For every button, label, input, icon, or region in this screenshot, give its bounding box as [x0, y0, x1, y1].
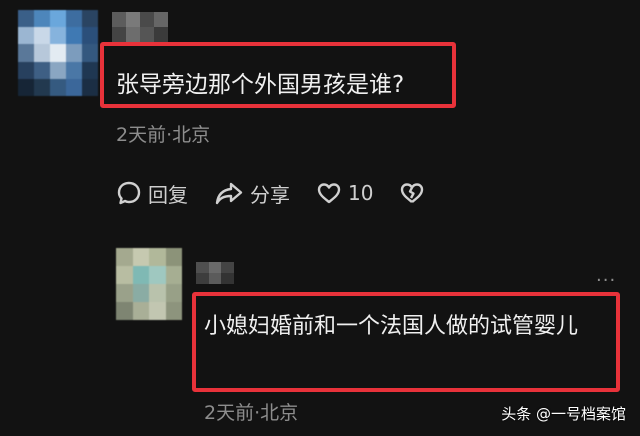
avatar[interactable]: [18, 10, 98, 96]
reply-button[interactable]: 回复: [116, 179, 188, 208]
username-blurred[interactable]: [196, 262, 234, 284]
reply-label: 回复: [148, 182, 188, 207]
avatar[interactable]: [116, 248, 182, 320]
reply-text: 小媳妇婚前和一个法国人做的试管婴儿: [204, 314, 579, 339]
comment-actions: 回复 分享 10: [116, 176, 457, 210]
reply-meta: 2天前·北京: [204, 402, 299, 424]
share-button[interactable]: 分享: [214, 179, 290, 208]
username-blurred[interactable]: [112, 12, 168, 42]
more-icon[interactable]: ···: [596, 272, 616, 290]
broken-heart-icon: [401, 183, 424, 203]
share-label: 分享: [250, 182, 290, 207]
share-arrow-icon: [215, 182, 243, 205]
dislike-button[interactable]: [399, 180, 431, 206]
like-button[interactable]: 10: [316, 180, 373, 206]
comment-meta: 2天前·北京: [116, 124, 211, 146]
heart-icon: [317, 183, 341, 204]
watermark: 头条 @一号档案馆: [501, 405, 626, 423]
comment-text: 张导旁边那个外国男孩是谁?: [116, 72, 405, 98]
like-count: 10: [348, 181, 374, 205]
comment-bubble-icon: [117, 181, 141, 205]
